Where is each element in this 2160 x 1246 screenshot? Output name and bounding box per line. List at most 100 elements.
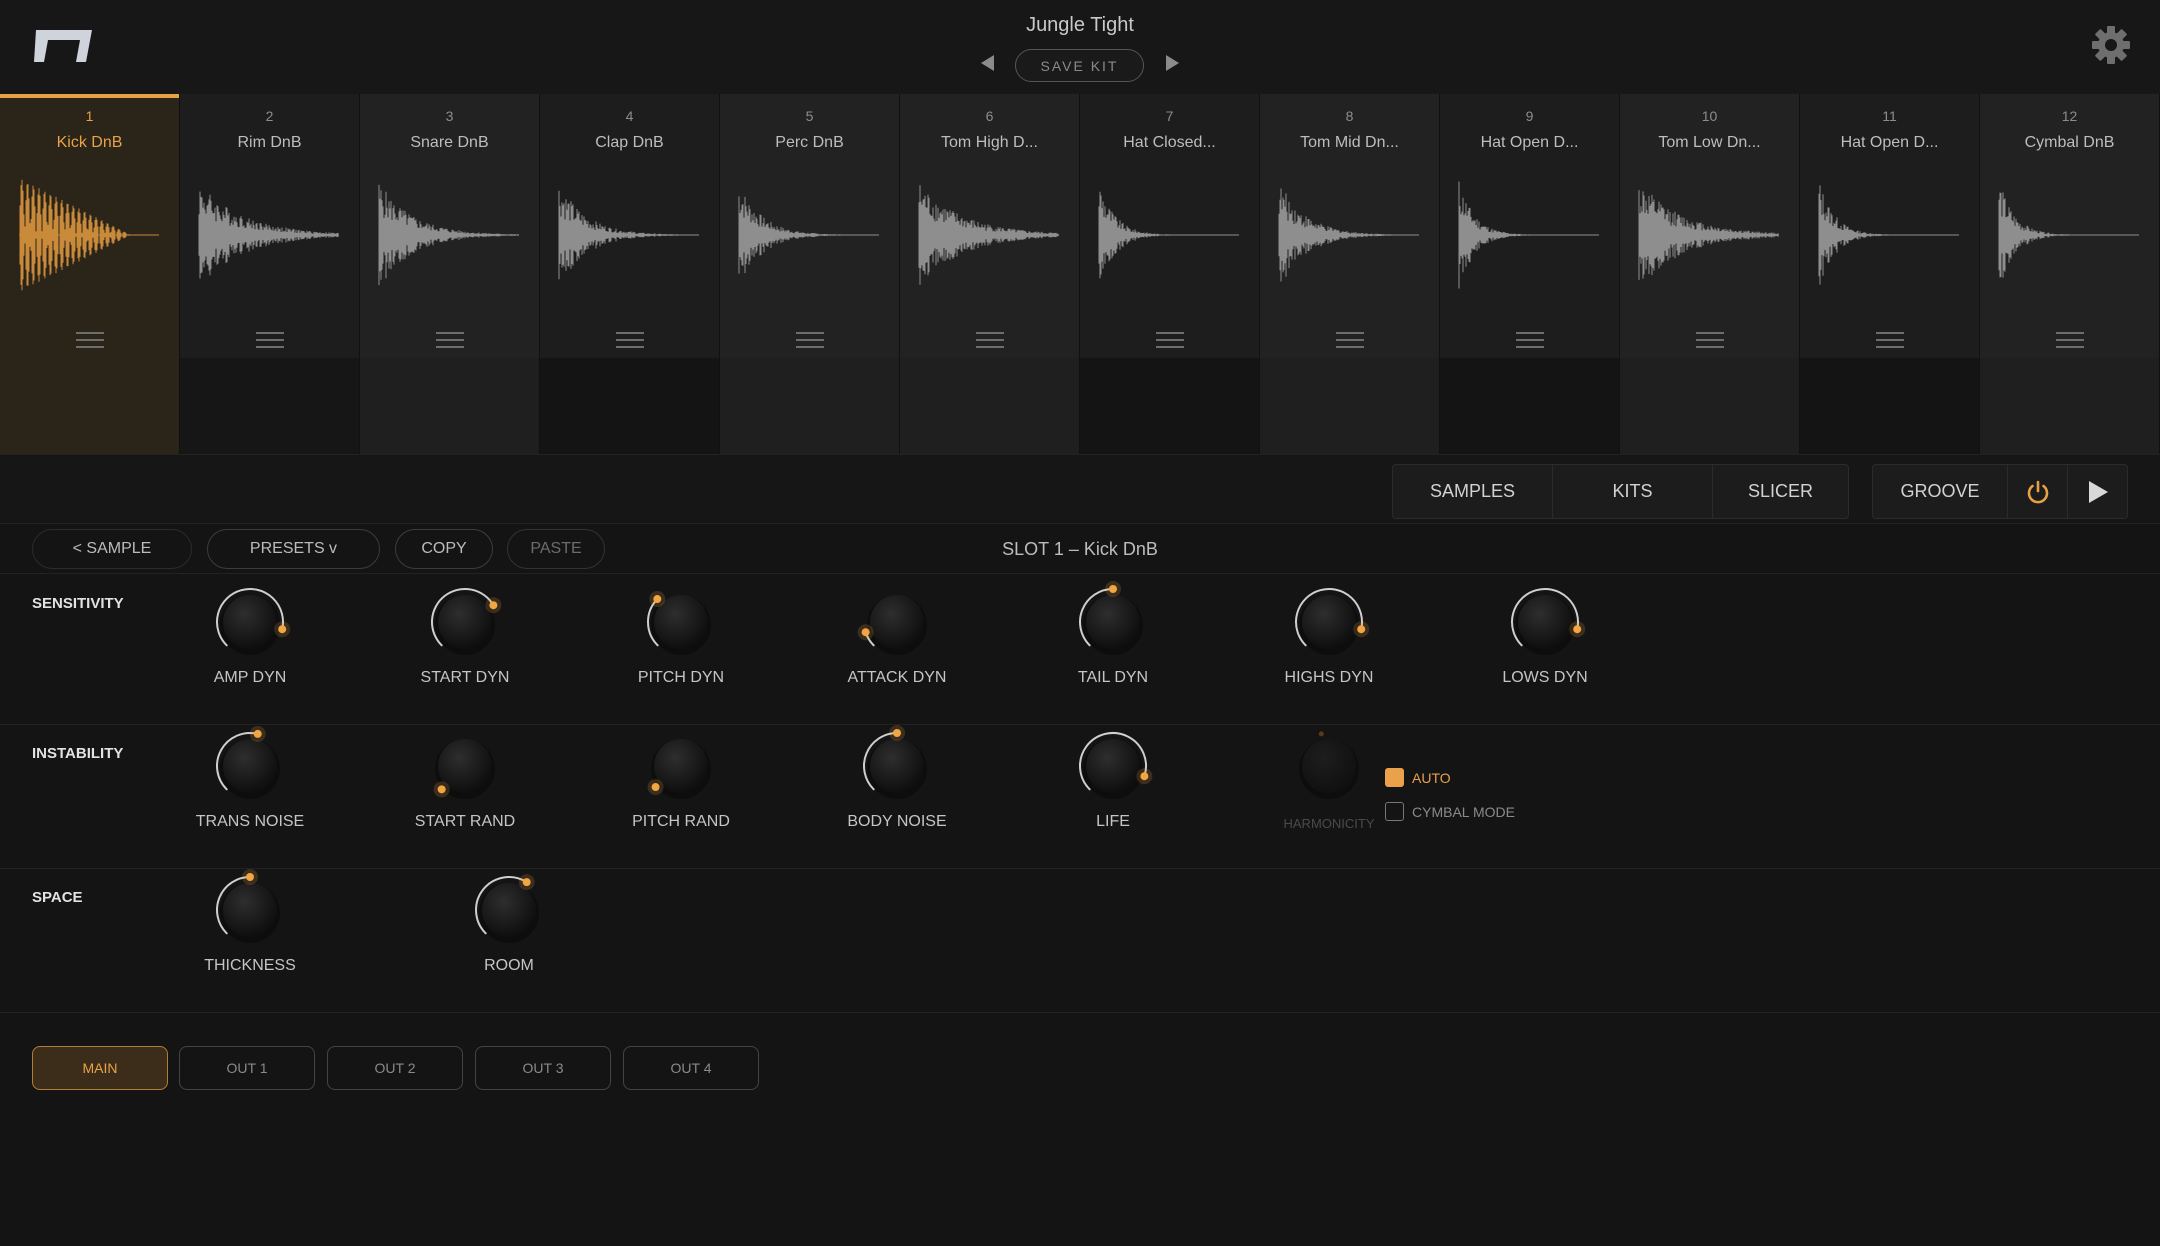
tab-kits[interactable]: KITS bbox=[1553, 465, 1713, 518]
slot-lower-area[interactable] bbox=[180, 358, 359, 454]
slot-8[interactable]: 8 Tom Mid Dn... bbox=[1260, 94, 1440, 454]
slot-waveform bbox=[558, 190, 699, 280]
slot-waveform bbox=[738, 196, 879, 274]
slot-number: 5 bbox=[805, 108, 814, 124]
trans-noise-knob[interactable]: TRANS NOISE bbox=[180, 719, 320, 845]
slot-lower-area[interactable] bbox=[360, 358, 539, 454]
knob-dial bbox=[647, 591, 711, 655]
tail-dyn-knob[interactable]: TAIL DYN bbox=[1043, 575, 1183, 701]
slot-7[interactable]: 7 Hat Closed... bbox=[1080, 94, 1260, 454]
output-3-button[interactable]: OUT 3 bbox=[475, 1046, 611, 1090]
slot-lower-area[interactable] bbox=[1440, 358, 1619, 454]
output-4-button[interactable]: OUT 4 bbox=[623, 1046, 759, 1090]
slot-11[interactable]: 11 Hat Open D... bbox=[1800, 94, 1980, 454]
pitch-dyn-knob[interactable]: PITCH DYN bbox=[611, 575, 751, 701]
cymbal-mode-checkbox[interactable]: CYMBAL MODE bbox=[1385, 802, 1515, 821]
slot-menu-icon[interactable] bbox=[435, 332, 464, 348]
tab-groove[interactable]: GROOVE bbox=[1873, 465, 2008, 518]
knob-dial bbox=[1295, 588, 1370, 655]
slot-waveform bbox=[378, 184, 519, 286]
presets-button[interactable]: PRESETS v bbox=[207, 529, 380, 569]
knob-dial bbox=[647, 739, 711, 799]
next-kit-icon[interactable] bbox=[1166, 55, 1179, 71]
body-noise-knob[interactable]: BODY NOISE bbox=[827, 719, 967, 845]
slot-menu-icon[interactable] bbox=[2055, 332, 2084, 348]
slot-menu-icon[interactable] bbox=[1875, 332, 1904, 348]
slot-1[interactable]: 1 Kick DnB bbox=[0, 94, 180, 454]
slot-lower-area[interactable] bbox=[0, 358, 179, 454]
slot-4[interactable]: 4 Clap DnB bbox=[540, 94, 720, 454]
start-dyn-knob[interactable]: START DYN bbox=[395, 575, 535, 701]
power-button[interactable] bbox=[2008, 465, 2068, 518]
instability-section: INSTABILITY TRANS NOISE START RAND PITCH… bbox=[0, 725, 2160, 869]
output-2-button[interactable]: OUT 2 bbox=[327, 1046, 463, 1090]
kit-name: Jungle Tight bbox=[1026, 14, 1134, 36]
slot-12[interactable]: 12 Cymbal DnB bbox=[1980, 94, 2160, 454]
thickness-knob[interactable]: THICKNESS bbox=[180, 863, 320, 989]
knob-dial bbox=[863, 725, 927, 799]
room-knob[interactable]: ROOM bbox=[439, 863, 579, 989]
previous-kit-icon[interactable] bbox=[981, 55, 994, 71]
knob-label: HARMONICITY bbox=[1283, 816, 1375, 831]
highs-dyn-knob[interactable]: HIGHS DYN bbox=[1259, 575, 1399, 701]
slot-waveform bbox=[19, 179, 159, 291]
slot-menu-icon[interactable] bbox=[795, 332, 824, 348]
back-to-sample-button[interactable]: < SAMPLE bbox=[32, 529, 192, 569]
cymbal-mode-label: CYMBAL MODE bbox=[1412, 803, 1515, 820]
slot-waveform bbox=[1278, 188, 1419, 282]
tab-samples[interactable]: SAMPLES bbox=[1393, 465, 1553, 518]
knob-label: PITCH DYN bbox=[637, 669, 725, 686]
slot-name: Snare DnB bbox=[410, 134, 489, 151]
life-knob[interactable]: LIFE bbox=[1043, 719, 1183, 845]
slot-name: Rim DnB bbox=[237, 134, 302, 151]
play-button[interactable] bbox=[2068, 465, 2127, 518]
paste-button[interactable]: PASTE bbox=[507, 529, 605, 569]
slot-menu-icon[interactable] bbox=[615, 332, 644, 348]
output-main-button[interactable]: MAIN bbox=[32, 1046, 168, 1090]
slot-menu-icon[interactable] bbox=[1515, 332, 1544, 348]
knob-dial bbox=[216, 725, 280, 799]
slot-menu-icon[interactable] bbox=[75, 332, 104, 348]
slot-lower-area[interactable] bbox=[1080, 358, 1259, 454]
slot-2[interactable]: 2 Rim DnB bbox=[180, 94, 360, 454]
slot-name: Tom High D... bbox=[941, 134, 1038, 151]
slot-number: 8 bbox=[1345, 108, 1354, 124]
slot-10[interactable]: 10 Tom Low Dn... bbox=[1620, 94, 1800, 454]
knob-label: TRANS NOISE bbox=[195, 813, 305, 830]
knob-label: THICKNESS bbox=[204, 957, 296, 974]
slot-lower-area[interactable] bbox=[1620, 358, 1799, 454]
gear-icon[interactable] bbox=[2090, 24, 2132, 66]
slot-lower-area[interactable] bbox=[1260, 358, 1439, 454]
start-rand-knob[interactable]: START RAND bbox=[395, 719, 535, 845]
harmonicity-knob[interactable]: HARMONICITY bbox=[1259, 719, 1399, 845]
slot-6[interactable]: 6 Tom High D... bbox=[900, 94, 1080, 454]
output-1-button[interactable]: OUT 1 bbox=[179, 1046, 315, 1090]
slot-lower-area[interactable] bbox=[540, 358, 719, 454]
slot-name: Tom Mid Dn... bbox=[1300, 134, 1399, 151]
auto-checkbox[interactable]: AUTO bbox=[1385, 768, 1451, 787]
slot-lower-area[interactable] bbox=[720, 358, 899, 454]
browser-tabs: SAMPLES KITS SLICER bbox=[1392, 464, 1849, 519]
slot-lower-area[interactable] bbox=[900, 358, 1079, 454]
amp-dyn-knob[interactable]: AMP DYN bbox=[180, 575, 320, 701]
save-kit-button[interactable]: SAVE KIT bbox=[1015, 49, 1144, 82]
slot-lower-area[interactable] bbox=[1980, 358, 2159, 454]
slot-waveform bbox=[1638, 190, 1779, 280]
slot-3[interactable]: 3 Snare DnB bbox=[360, 94, 540, 454]
slot-9[interactable]: 9 Hat Open D... bbox=[1440, 94, 1620, 454]
slot-lower-area[interactable] bbox=[1800, 358, 1979, 454]
knob-dial bbox=[475, 874, 539, 943]
knob-dial bbox=[1079, 732, 1153, 799]
attack-dyn-knob[interactable]: ATTACK DYN bbox=[827, 575, 967, 701]
tab-slicer[interactable]: SLICER bbox=[1713, 465, 1848, 518]
slot-menu-icon[interactable] bbox=[1695, 332, 1724, 348]
play-icon bbox=[2088, 480, 2108, 503]
pitch-rand-knob[interactable]: PITCH RAND bbox=[611, 719, 751, 845]
slot-menu-icon[interactable] bbox=[255, 332, 284, 348]
slot-menu-icon[interactable] bbox=[1155, 332, 1184, 348]
lows-dyn-knob[interactable]: LOWS DYN bbox=[1475, 575, 1615, 701]
slot-5[interactable]: 5 Perc DnB bbox=[720, 94, 900, 454]
copy-button[interactable]: COPY bbox=[395, 529, 493, 569]
slot-menu-icon[interactable] bbox=[1335, 332, 1364, 348]
slot-menu-icon[interactable] bbox=[975, 332, 1004, 348]
